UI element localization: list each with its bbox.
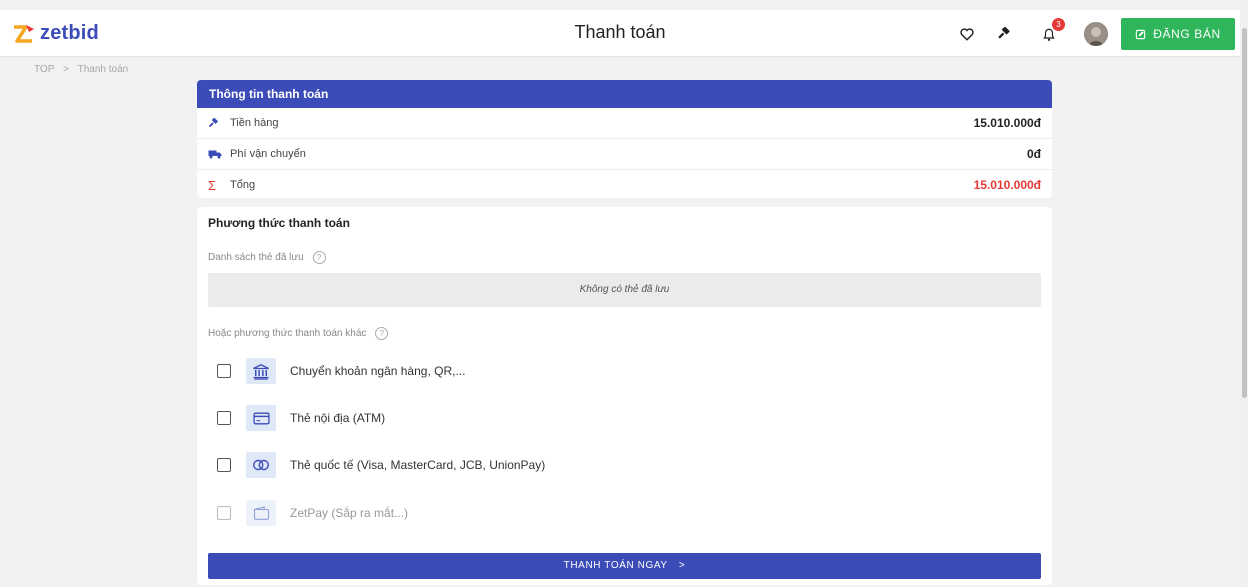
other-methods-label: Hoặc phương thức thanh toán khác ? (208, 327, 389, 340)
option-label: Thẻ quốc tế (Visa, MasterCard, JCB, Unio… (290, 458, 546, 472)
summary-label: Tổng (230, 179, 256, 191)
goods-value: 15.010.000đ (973, 116, 1041, 130)
payment-option-bank[interactable]: Chuyển khoản ngân hàng, QR,... (217, 358, 465, 384)
bell-icon[interactable]: 3 (1039, 18, 1065, 44)
avatar[interactable] (1084, 22, 1108, 46)
chevron-right-icon: > (678, 560, 686, 571)
payment-method-card: Phương thức thanh toán Danh sách thẻ đã … (197, 207, 1052, 585)
help-icon[interactable]: ? (312, 251, 326, 264)
sell-button[interactable]: ĐĂNG BÁN (1121, 18, 1235, 50)
checkbox (217, 506, 231, 520)
sell-button-label: ĐĂNG BÁN (1153, 27, 1221, 41)
option-label: ZetPay (Sắp ra mắt...) (290, 506, 409, 520)
payment-option-international[interactable]: Thẻ quốc tế (Visa, MasterCard, JCB, Unio… (217, 452, 545, 478)
breadcrumb: TOP > Thanh toán (34, 64, 134, 75)
saved-cards-text: Danh sách thẻ đã lưu (208, 252, 304, 263)
card-icon (246, 405, 276, 431)
summary-row-total: Σ Tổng 15.010.000đ (197, 170, 1052, 198)
option-label: Chuyển khoản ngân hàng, QR,... (290, 364, 466, 378)
checkbox[interactable] (217, 411, 231, 425)
edit-icon (1136, 29, 1146, 39)
gavel-icon (208, 117, 224, 129)
breadcrumb-root[interactable]: TOP (34, 64, 54, 75)
sigma-icon: Σ (208, 177, 217, 193)
top-navbar: zetbid Thanh toán 3 ĐĂNG BÁN (0, 10, 1240, 57)
checkbox[interactable] (217, 364, 231, 378)
option-label: Thẻ nội địa (ATM) (290, 411, 386, 425)
payment-option-atm[interactable]: Thẻ nội địa (ATM) (217, 405, 385, 431)
payment-method-title: Phương thức thanh toán (208, 216, 350, 230)
summary-row-shipping: Phí vận chuyển 0đ (197, 139, 1052, 170)
payment-summary-card: Thông tin thanh toán Tiền hàng 15.010.00… (197, 80, 1052, 198)
mastercard-icon (246, 452, 276, 478)
saved-cards-label: Danh sách thẻ đã lưu ? (208, 251, 326, 264)
pay-now-label: THANH TOÁN NGAY (563, 560, 668, 571)
checkbox[interactable] (217, 458, 231, 472)
summary-label: Tiền hàng (230, 117, 279, 129)
summary-row-goods: Tiền hàng 15.010.000đ (197, 108, 1052, 139)
scrollbar-thumb[interactable] (1242, 28, 1247, 398)
scrollbar[interactable] (1240, 0, 1248, 587)
help-icon[interactable]: ? (375, 327, 389, 340)
notification-badge: 3 (1052, 18, 1065, 31)
breadcrumb-separator: > (63, 64, 70, 75)
bank-icon (246, 358, 276, 384)
breadcrumb-current: Thanh toán (77, 64, 129, 75)
summary-heading: Thông tin thanh toán (197, 80, 1052, 108)
summary-label: Phí vận chuyển (230, 148, 306, 160)
payment-option-zetpay: ZetPay (Sắp ra mắt...) (217, 500, 408, 526)
no-saved-cards: Không có thẻ đã lưu (208, 273, 1041, 307)
total-value: 15.010.000đ (973, 178, 1041, 192)
wallet-icon (246, 500, 276, 526)
heart-icon[interactable] (957, 24, 977, 44)
shipping-value: 0đ (1026, 147, 1041, 161)
pay-now-button[interactable]: THANH TOÁN NGAY > (208, 553, 1041, 579)
truck-icon (208, 149, 224, 159)
gavel-icon[interactable] (994, 24, 1014, 44)
other-methods-text: Hoặc phương thức thanh toán khác (208, 328, 367, 339)
